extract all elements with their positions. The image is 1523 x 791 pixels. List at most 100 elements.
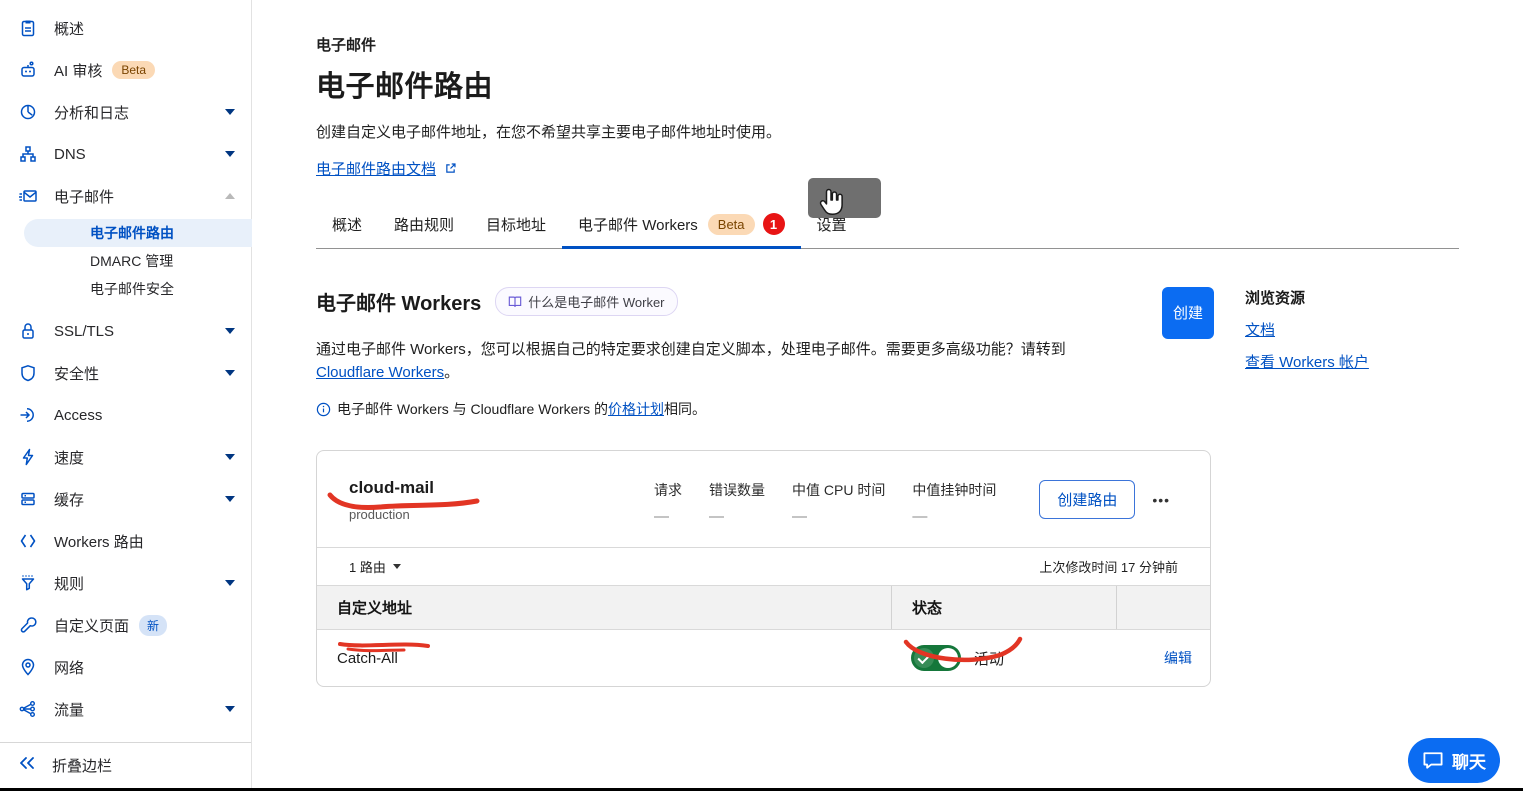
sidebar-item-email-routing[interactable]: 电子邮件路由: [24, 219, 252, 247]
sidebar-item-label: DMARC 管理: [90, 251, 173, 271]
what-is-email-worker-badge[interactable]: 什么是电子邮件 Worker: [495, 287, 677, 316]
tab-label: 电子邮件 Workers: [578, 214, 698, 235]
book-icon: [508, 295, 522, 308]
chevron-down-icon: [225, 370, 235, 376]
sidebar-item-ai-audit[interactable]: AI 审核 Beta: [0, 49, 251, 91]
sidebar-item-email-security[interactable]: 电子邮件安全: [0, 275, 251, 303]
sidebar-item-analytics[interactable]: 分析和日志: [0, 91, 251, 133]
stat-median-wall-time: 中值挂钟时间 —: [912, 480, 996, 525]
tab-overview[interactable]: 概述: [316, 203, 378, 249]
sidebar-item-label: 缓存: [54, 489, 84, 510]
speed-icon: [18, 447, 38, 467]
edit-route-link[interactable]: 编辑: [1164, 650, 1192, 666]
tab-label: 路由规则: [394, 214, 454, 235]
chevron-down-icon: [225, 454, 235, 460]
collapse-sidebar-label: 折叠边栏: [52, 755, 112, 776]
hand-cursor-icon: [812, 185, 850, 221]
sidebar-item-label: 速度: [54, 447, 84, 468]
sidebar-item-security[interactable]: 安全性: [0, 352, 251, 394]
sidebar: 概述 AI 审核 Beta 分析和日志 DNS: [0, 0, 252, 791]
stat-value: —: [654, 508, 682, 525]
stat-requests: 请求 —: [654, 480, 682, 525]
paragraph-text: 。: [444, 364, 459, 381]
sidebar-item-workers-routes[interactable]: Workers 路由: [0, 520, 251, 562]
sidebar-item-label: Access: [54, 407, 102, 424]
stat-label: 请求: [654, 480, 682, 500]
stat-value: —: [709, 508, 765, 525]
sidebar-item-traffic[interactable]: 流量: [0, 688, 251, 730]
tab-label: 目标地址: [486, 214, 546, 235]
stat-value: —: [912, 508, 996, 525]
sidebar-item-rules[interactable]: 规则: [0, 562, 251, 604]
routes-summary-label: 1 路由: [349, 557, 386, 576]
route-enabled-toggle[interactable]: [911, 645, 961, 671]
view-workers-account-link[interactable]: 查看 Workers 帐户: [1245, 354, 1369, 371]
access-icon: [18, 405, 38, 425]
page-title: 电子邮件路由: [316, 63, 1459, 105]
info-icon: [316, 402, 331, 417]
sidebar-item-speed[interactable]: 速度: [0, 436, 251, 478]
email-routing-docs-link[interactable]: 电子邮件路由文档: [316, 161, 436, 178]
pricing-plan-link[interactable]: 价格计划: [608, 399, 664, 419]
tab-email-workers[interactable]: 电子邮件 Workers Beta 1: [562, 203, 800, 249]
chevron-down-icon: [225, 328, 235, 334]
docs-link[interactable]: 文档: [1245, 322, 1275, 339]
collapse-sidebar-button[interactable]: 折叠边栏: [0, 742, 251, 788]
lock-icon: [18, 321, 38, 341]
notification-count-badge: 1: [763, 213, 785, 235]
cloudflare-workers-link[interactable]: Cloudflare Workers: [316, 364, 444, 381]
breadcrumb-eyebrow: 电子邮件: [316, 0, 1459, 55]
rules-icon: [18, 573, 38, 593]
chat-label: 聊天: [1452, 748, 1486, 773]
sidebar-item-email[interactable]: 电子邮件: [0, 175, 251, 217]
create-worker-button[interactable]: 创建: [1162, 287, 1214, 339]
section-title: 电子邮件 Workers: [316, 287, 481, 316]
sidebar-item-overview[interactable]: 概述: [0, 7, 251, 49]
pricing-info-note: 电子邮件 Workers 与 Cloudflare Workers 的价格计划相…: [316, 399, 1162, 419]
sidebar-item-dmarc[interactable]: DMARC 管理: [0, 247, 251, 275]
check-icon: [914, 648, 934, 668]
sidebar-item-dns[interactable]: DNS: [0, 133, 251, 175]
chat-button[interactable]: 聊天: [1408, 738, 1500, 783]
browse-resources: 浏览资源 文档 查看 Workers 帐户: [1245, 287, 1369, 419]
tab-label: 概述: [332, 214, 362, 235]
stat-label: 中值 CPU 时间: [792, 480, 885, 500]
sidebar-item-label: 电子邮件: [54, 186, 114, 207]
stat-median-cpu-time: 中值 CPU 时间 —: [792, 480, 885, 525]
sidebar-item-ssl-tls[interactable]: SSL/TLS: [0, 310, 251, 352]
routes-summary-toggle[interactable]: 1 路由: [349, 557, 401, 576]
more-options-button[interactable]: [1148, 488, 1174, 512]
shield-icon: [18, 363, 38, 383]
column-header-action: [1116, 586, 1210, 629]
info-text: 相同。: [664, 399, 706, 419]
tab-destination-addresses[interactable]: 目标地址: [470, 203, 562, 249]
chevron-down-icon: [225, 151, 235, 157]
sidebar-item-label: SSL/TLS: [54, 323, 114, 340]
sidebar-item-network[interactable]: 网络: [0, 646, 251, 688]
tab-routing-rules[interactable]: 路由规则: [378, 203, 470, 249]
sidebar-item-cache[interactable]: 缓存: [0, 478, 251, 520]
resources-title: 浏览资源: [1245, 287, 1369, 308]
sidebar-item-label: AI 审核: [54, 60, 102, 81]
custom-pages-icon: [18, 615, 38, 635]
create-route-button[interactable]: 创建路由: [1039, 480, 1135, 519]
email-icon: [18, 186, 38, 206]
what-is-label: 什么是电子邮件 Worker: [528, 292, 664, 311]
chevron-down-icon: [225, 580, 235, 586]
sidebar-item-access[interactable]: Access: [0, 394, 251, 436]
worker-environment: production: [349, 507, 654, 522]
sidebar-item-custom-pages[interactable]: 自定义页面 新: [0, 604, 251, 646]
email-routing-page: 概述 AI 审核 Beta 分析和日志 DNS: [0, 0, 1523, 791]
sidebar-item-label: 流量: [54, 699, 84, 720]
dns-icon: [18, 144, 38, 164]
email-submenu: 电子邮件路由 DMARC 管理 电子邮件安全: [0, 217, 251, 307]
workers-icon: [18, 531, 38, 551]
sidebar-item-label: 网络: [54, 657, 84, 678]
route-address: Catch-All: [317, 635, 891, 682]
sidebar-item-label: 安全性: [54, 363, 99, 384]
page-description: 创建自定义电子邮件地址，在您不希望共享主要电子邮件地址时使用。: [316, 121, 1459, 142]
caret-down-icon: [393, 564, 401, 569]
sidebar-item-label: DNS: [54, 146, 86, 163]
beta-badge: Beta: [708, 214, 755, 235]
tab-bar: 概述 路由规则 目标地址 电子邮件 Workers Beta 1 设置: [316, 203, 1459, 249]
